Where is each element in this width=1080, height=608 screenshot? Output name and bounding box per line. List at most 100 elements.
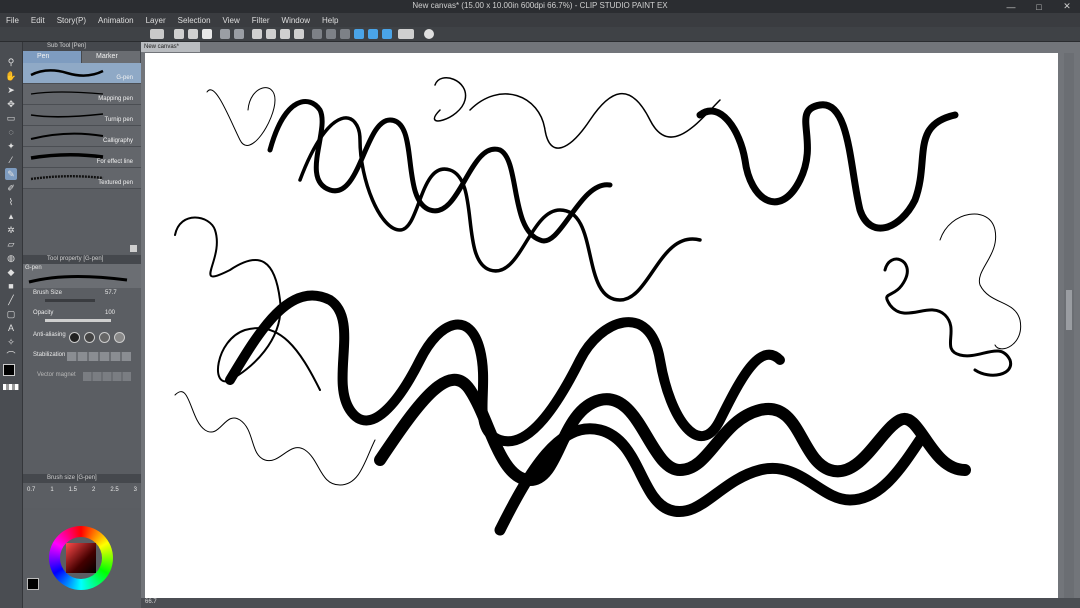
opacity-slider[interactable] [45, 319, 111, 322]
menu-window[interactable]: Window [276, 16, 316, 25]
antialias-medium-icon[interactable] [99, 332, 110, 343]
app-icon[interactable] [150, 29, 164, 39]
brush-label: For effect line [96, 159, 133, 165]
transform-icon[interactable] [294, 29, 304, 39]
horizontal-scrollbar[interactable] [141, 598, 1080, 608]
menu-edit[interactable]: Edit [25, 16, 51, 25]
brush-size-slider[interactable] [45, 299, 95, 302]
close-button[interactable]: ✕ [1058, 1, 1076, 12]
hand-tool-icon[interactable]: ✋ [5, 70, 17, 82]
color-wheel-panel [23, 510, 142, 608]
correct-line-icon[interactable]: ⌒ [5, 350, 17, 362]
balloon-icon[interactable]: ✧ [5, 336, 17, 348]
text-tool-icon[interactable]: A [5, 322, 17, 334]
redo-icon[interactable] [234, 29, 244, 39]
size-preset[interactable]: 0.7 [27, 487, 35, 493]
minimize-button[interactable]: — [1002, 2, 1020, 12]
pen-tool-icon[interactable]: ✎ [5, 168, 17, 180]
brush-g-pen[interactable]: G-pen [23, 63, 141, 84]
title-bar: New canvas* (15.00 x 10.00in 600dpi 66.7… [0, 0, 1080, 13]
undo-icon[interactable] [220, 29, 230, 39]
expand-icon[interactable] [340, 29, 350, 39]
size-preset[interactable]: 2.5 [110, 487, 118, 493]
tab-marker[interactable]: Marker [82, 51, 141, 63]
menu-story[interactable]: Story(P) [51, 16, 92, 25]
snap-ruler-icon[interactable] [354, 29, 364, 39]
save-icon[interactable] [202, 29, 212, 39]
screen-icon[interactable] [398, 29, 414, 39]
drawing-canvas[interactable] [145, 53, 1058, 598]
tool-property-header: Tool property [G-pen] [23, 255, 141, 264]
frame-icon[interactable]: ▢ [5, 308, 17, 320]
antialias-row: Anti-aliasing [23, 328, 141, 348]
size-preset[interactable]: 1 [50, 487, 53, 493]
brush-calligraphy[interactable]: Calligraphy [23, 126, 141, 147]
antialias-none-icon[interactable] [69, 332, 80, 343]
color-square[interactable] [66, 543, 96, 573]
gradient-icon[interactable]: ■ [5, 280, 17, 292]
document-tab[interactable]: New canvas* [141, 42, 200, 52]
add-subtool-icon[interactable] [130, 245, 137, 252]
brush-size-value[interactable]: 57.7 [105, 290, 117, 296]
current-color-swatch[interactable] [27, 578, 39, 590]
fill-icon[interactable] [280, 29, 290, 39]
antialias-weak-icon[interactable] [84, 332, 95, 343]
invert-icon[interactable] [326, 29, 336, 39]
size-preset[interactable]: 3 [134, 487, 137, 493]
snap-grid-icon[interactable] [368, 29, 378, 39]
operation-tool-icon[interactable]: ➤ [5, 84, 17, 96]
snap-perspective-icon[interactable] [382, 29, 392, 39]
opacity-label: Opacity [33, 310, 54, 316]
opacity-value[interactable]: 100 [105, 310, 115, 316]
brush-size-row: Brush Size 57.7 [23, 288, 141, 308]
brush-turnip-pen[interactable]: Turnip pen [23, 105, 141, 126]
blend-icon[interactable]: ◍ [5, 252, 17, 264]
main-color-swatch[interactable] [3, 364, 15, 376]
stabilization-slider[interactable] [67, 352, 131, 361]
menu-layer[interactable]: Layer [140, 16, 172, 25]
crop-icon[interactable] [266, 29, 276, 39]
decoration-icon[interactable]: ✲ [5, 224, 17, 236]
antialias-strong-icon[interactable] [114, 332, 125, 343]
figure-icon[interactable]: ╱ [5, 294, 17, 306]
auto-select-icon[interactable]: ✦ [5, 140, 17, 152]
menu-view[interactable]: View [217, 16, 246, 25]
size-preset[interactable]: 1.5 [69, 487, 77, 493]
brush-mapping-pen[interactable]: Mapping pen [23, 84, 141, 105]
clear-icon[interactable] [252, 29, 262, 39]
brush-size-header: Brush size [G-pen] [23, 474, 141, 483]
tool-name: G-pen [25, 265, 42, 271]
brush-textured-pen[interactable]: Textured pen [23, 168, 141, 189]
vertical-scroll-thumb[interactable] [1066, 290, 1072, 330]
menu-animation[interactable]: Animation [92, 16, 140, 25]
menu-file[interactable]: File [0, 16, 25, 25]
vector-magnet-slider[interactable] [83, 372, 131, 381]
brush-effect-line[interactable]: For effect line [23, 147, 141, 168]
transparent-swatch[interactable] [3, 384, 19, 390]
help-icon[interactable] [424, 29, 434, 39]
airbrush-icon[interactable]: ▴ [5, 210, 17, 222]
vector-magnet-row: Vector magnet [23, 368, 141, 388]
selection-icon[interactable]: ▭ [5, 112, 17, 124]
move-layer-icon[interactable]: ✥ [5, 98, 17, 110]
menu-selection[interactable]: Selection [172, 16, 217, 25]
tab-pen[interactable]: Pen [23, 51, 82, 63]
maximize-button[interactable]: □ [1030, 2, 1048, 12]
command-bar [0, 27, 1080, 42]
size-preset[interactable]: 2 [92, 487, 95, 493]
open-icon[interactable] [188, 29, 198, 39]
zoom-tool-icon[interactable]: ⚲ [5, 56, 17, 68]
opacity-row: Opacity 100 [23, 308, 141, 328]
pencil-tool-icon[interactable]: ✐ [5, 182, 17, 194]
vector-magnet-label: Vector magnet [37, 372, 76, 378]
fill-tool-icon[interactable]: ◆ [5, 266, 17, 278]
eraser-icon[interactable]: ▱ [5, 238, 17, 250]
new-icon[interactable] [174, 29, 184, 39]
eyedropper-icon[interactable]: ⁄ [5, 154, 17, 166]
menu-help[interactable]: Help [316, 16, 344, 25]
menu-filter[interactable]: Filter [246, 16, 276, 25]
zoom-readout[interactable]: 66.7 [145, 599, 157, 605]
deselect-icon[interactable] [312, 29, 322, 39]
lasso-icon[interactable]: ◌ [5, 126, 17, 138]
brush-tool-icon[interactable]: ⌇ [5, 196, 17, 208]
